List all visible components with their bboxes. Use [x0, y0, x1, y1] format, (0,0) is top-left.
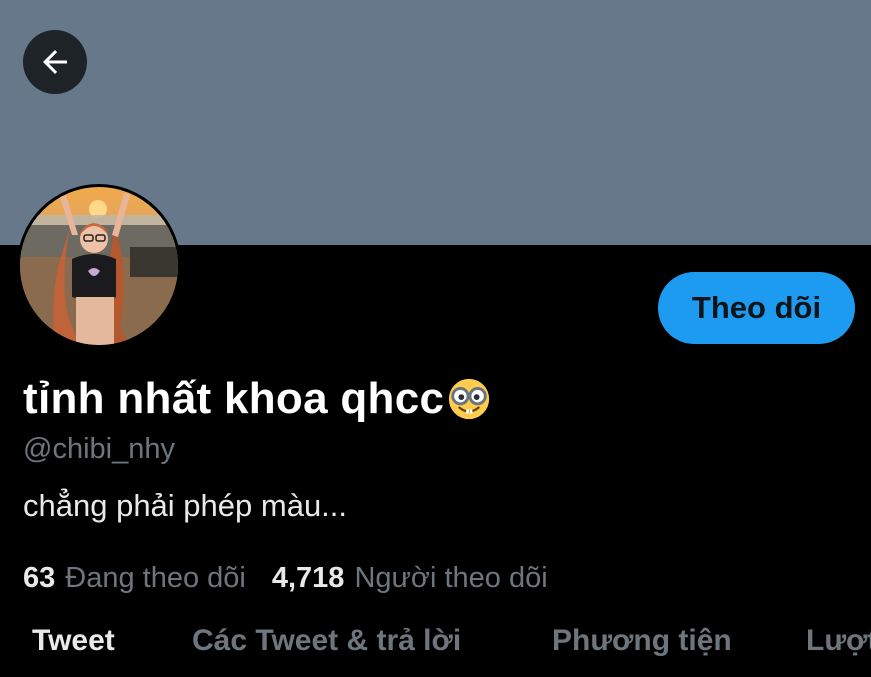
tab-tweets-and-replies[interactable]: Các Tweet & trả lời — [192, 624, 461, 658]
display-name-text: tỉnh nhất khoa qhcc — [23, 374, 445, 423]
display-name: tỉnh nhất khoa qhcc — [23, 372, 492, 426]
avatar[interactable] — [17, 184, 181, 348]
followers-stat[interactable]: 4,718 Người theo dõi — [272, 562, 548, 595]
followers-label: Người theo dõi — [354, 561, 548, 594]
arrow-left-icon — [43, 50, 67, 74]
following-stat[interactable]: 63 Đang theo dõi — [23, 562, 246, 595]
avatar-photo — [20, 187, 178, 345]
profile-tabs: Tweet Các Tweet & trả lời Phương tiện Lư… — [0, 618, 871, 677]
tab-media[interactable]: Phương tiện — [552, 624, 732, 658]
following-label: Đang theo dõi — [65, 561, 246, 594]
nerd-face-icon — [449, 378, 490, 420]
followers-count: 4,718 — [271, 561, 345, 594]
profile-bio: chẳng phải phép màu... — [23, 488, 348, 523]
follow-stats: 63 Đang theo dõi 4,718 Người theo dõi — [23, 560, 548, 596]
back-button[interactable] — [23, 30, 87, 94]
profile-handle: @chibi_nhy — [23, 433, 175, 465]
tab-tweets[interactable]: Tweet — [32, 624, 115, 658]
following-count: 63 — [23, 561, 56, 594]
follow-button[interactable]: Theo dõi — [658, 272, 855, 344]
tab-likes[interactable]: Lượt thích — [806, 624, 871, 658]
